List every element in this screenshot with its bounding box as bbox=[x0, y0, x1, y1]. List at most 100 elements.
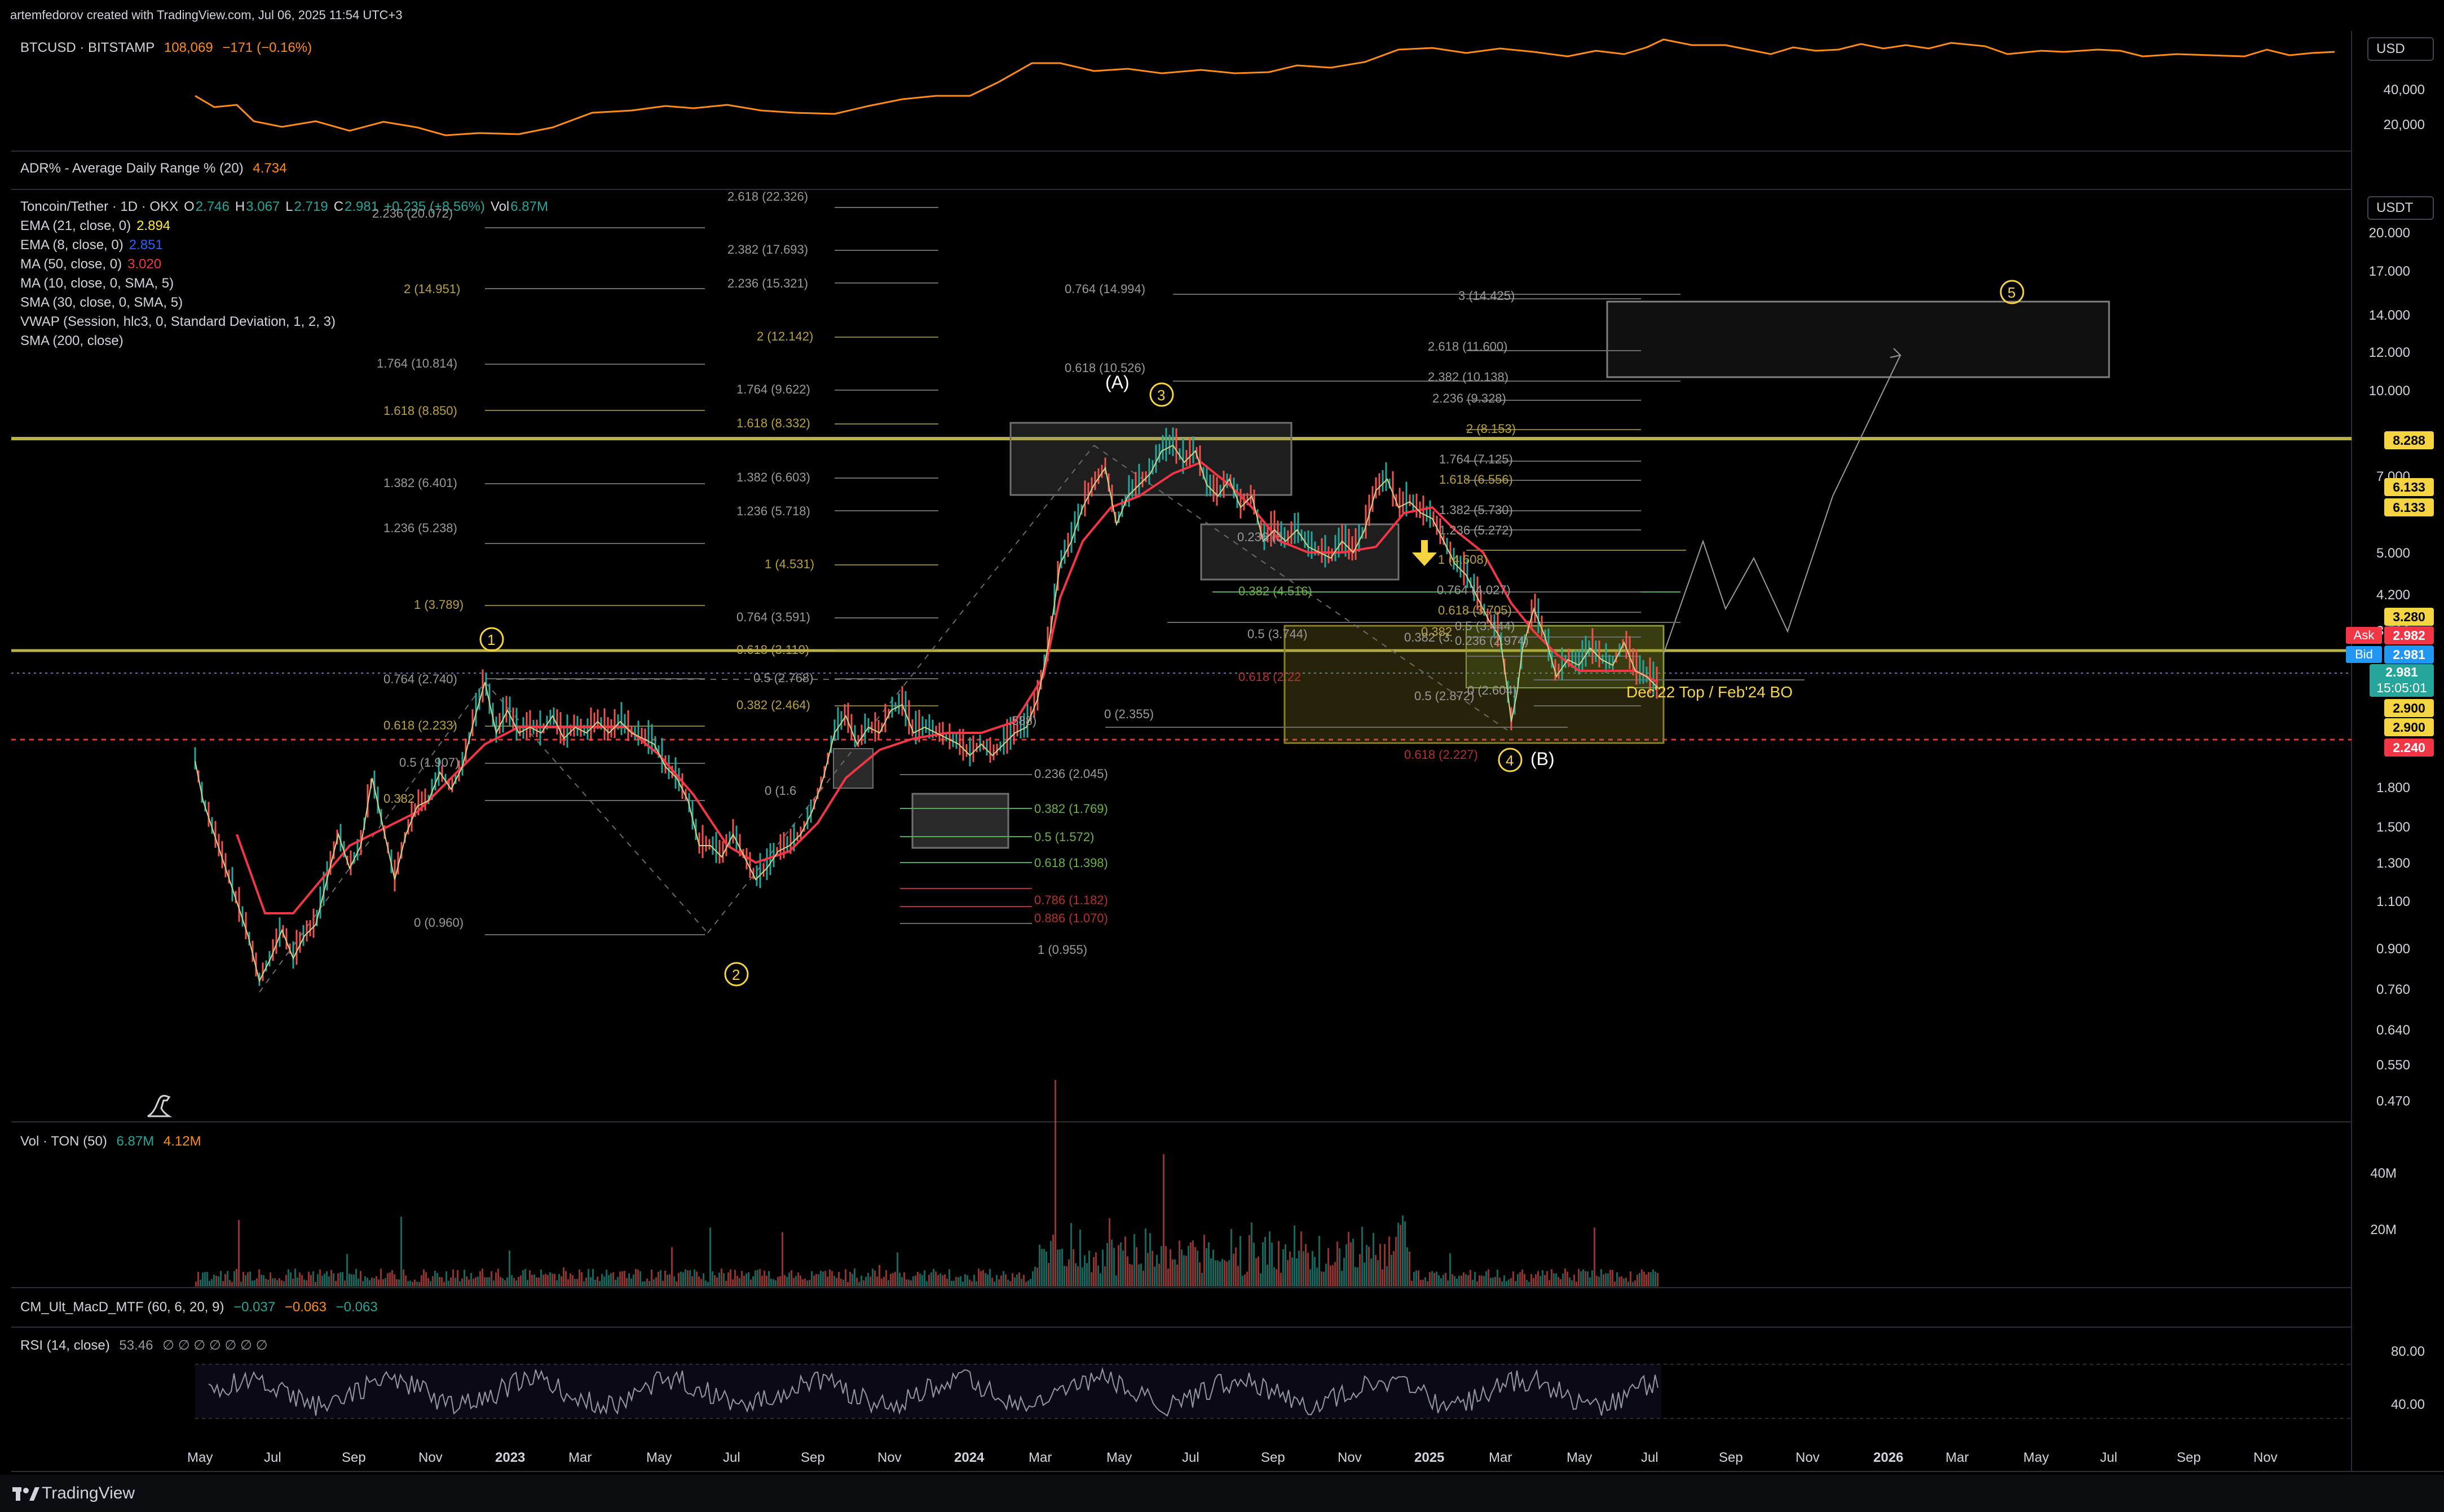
indicator-row[interactable]: MA (10, close, 0, SMA, 5) bbox=[20, 274, 336, 293]
volume-bar bbox=[960, 1276, 961, 1286]
fib-level-label: 2.618 (22.326) bbox=[727, 189, 809, 204]
zone-retrace[interactable] bbox=[1200, 523, 1400, 581]
volume-bar bbox=[398, 1279, 400, 1286]
volume-bar bbox=[1102, 1249, 1104, 1286]
volume-bar bbox=[921, 1275, 923, 1286]
volume-bar bbox=[355, 1268, 357, 1286]
volume-bar bbox=[755, 1270, 756, 1286]
volume-bar bbox=[344, 1280, 346, 1286]
fib-level-label: 0.5 (2.768) bbox=[753, 671, 814, 685]
bottom-bar: TradingView bbox=[0, 1475, 2444, 1512]
tag-3280: 3.280 bbox=[2384, 608, 2434, 626]
macd-title: CM_Ult_MacD_MTF (60, 6, 20, 9) bbox=[20, 1299, 224, 1315]
volume-bar bbox=[829, 1269, 831, 1286]
volume-bar bbox=[1517, 1274, 1519, 1286]
volume-bar bbox=[861, 1275, 862, 1286]
zone-2023[interactable] bbox=[911, 793, 1009, 849]
volume-bar bbox=[1576, 1281, 1577, 1286]
volume-bar bbox=[705, 1280, 707, 1286]
indicator-row[interactable]: SMA (30, close, 0, SMA, 5) bbox=[20, 293, 336, 312]
chart-canvas[interactable] bbox=[0, 0, 2444, 1512]
volume-bar bbox=[854, 1268, 855, 1286]
indicator-row[interactable]: EMA (8, close, 0) 2.851 bbox=[20, 236, 336, 255]
volume-bar bbox=[1325, 1263, 1327, 1286]
wave-2-label: 2 bbox=[732, 966, 740, 983]
fib-level-label: 0.236 (2.974) bbox=[1455, 634, 1529, 648]
price-axis-label: 0.550 bbox=[2376, 1058, 2410, 1073]
volume-bar bbox=[1014, 1277, 1016, 1286]
adr-title: ADR% - Average Daily Range % (20) bbox=[20, 161, 244, 176]
volume-bar bbox=[1397, 1223, 1399, 1286]
indicator-row[interactable]: SMA (200, close) bbox=[20, 331, 336, 351]
volume-bar bbox=[445, 1271, 447, 1286]
volume-bar bbox=[1221, 1259, 1223, 1286]
volume-bar bbox=[1210, 1258, 1212, 1286]
volume-bar bbox=[1201, 1272, 1203, 1286]
dino-icon[interactable] bbox=[144, 1091, 174, 1121]
volume-bar bbox=[1264, 1237, 1266, 1286]
volume-bar bbox=[599, 1281, 601, 1286]
volume-bar bbox=[745, 1274, 747, 1286]
volume-bar bbox=[1551, 1269, 1552, 1286]
volume-bar bbox=[671, 1247, 673, 1286]
indicator-legend[interactable]: EMA (21, close, 0) 2.894 EMA (8, close, 0)… bbox=[20, 216, 336, 351]
volume-bar bbox=[308, 1271, 310, 1286]
indicator-row[interactable]: VWAP (Session, hlc3, 0, Standard Deviati… bbox=[20, 312, 336, 331]
volume-bar bbox=[1499, 1277, 1501, 1286]
volume-bar bbox=[561, 1276, 562, 1286]
main-currency-button[interactable]: USDT bbox=[2367, 196, 2434, 220]
time-axis-label: Jul bbox=[1641, 1450, 1658, 1465]
volume-bar bbox=[233, 1271, 235, 1286]
volume-bar bbox=[382, 1279, 384, 1286]
indicator-row[interactable]: MA (50, close, 0) 3.020 bbox=[20, 255, 336, 274]
volume-bar bbox=[863, 1280, 864, 1286]
volume-bar bbox=[1488, 1269, 1489, 1286]
volume-bar bbox=[270, 1272, 271, 1286]
volume-bar bbox=[1494, 1276, 1496, 1286]
volume-bar bbox=[1404, 1221, 1406, 1286]
indicator-row[interactable]: EMA (21, close, 0) 2.894 bbox=[20, 216, 336, 236]
volume-bar bbox=[220, 1271, 222, 1286]
volume-bar bbox=[229, 1280, 231, 1286]
volume-bar bbox=[1508, 1279, 1510, 1286]
volume-bar bbox=[1614, 1281, 1616, 1286]
rsi-axis-label: 40.00 bbox=[2390, 1397, 2425, 1412]
volume-bar bbox=[635, 1268, 637, 1286]
volume-bar bbox=[662, 1280, 664, 1286]
tradingview-logo-icon[interactable] bbox=[12, 1485, 39, 1502]
volume-bar bbox=[1485, 1271, 1487, 1286]
volume-bar bbox=[617, 1277, 619, 1286]
volume-bar bbox=[1519, 1272, 1521, 1286]
volume-bar bbox=[1305, 1244, 1307, 1286]
volume-bar bbox=[1393, 1251, 1395, 1286]
main-symbol: Toncoin/Tether · 1D · OKX bbox=[20, 199, 179, 214]
volume-axis-label: 40M bbox=[2370, 1166, 2397, 1181]
volume-bar bbox=[315, 1281, 316, 1286]
volume-bar bbox=[242, 1271, 244, 1286]
volume-bar bbox=[1323, 1271, 1325, 1286]
volume-bar bbox=[294, 1268, 296, 1286]
projection-path[interactable] bbox=[1663, 355, 1901, 655]
volume-bar bbox=[874, 1270, 876, 1286]
target-zone-wave5[interactable] bbox=[1606, 300, 2110, 378]
volume-bar bbox=[1341, 1271, 1343, 1286]
brand-name[interactable]: TradingView bbox=[42, 1484, 135, 1503]
volume-bar bbox=[240, 1281, 242, 1286]
volume-bar bbox=[806, 1280, 808, 1286]
volume-value-1: 6.87M bbox=[116, 1134, 155, 1149]
volume-bar bbox=[554, 1274, 555, 1286]
volume-bar bbox=[283, 1281, 285, 1286]
zone-small[interactable] bbox=[833, 748, 874, 789]
volume-axis-label: 20M bbox=[2370, 1222, 2397, 1237]
btc-currency-button[interactable]: USD bbox=[2367, 37, 2434, 61]
volume-bar bbox=[1224, 1260, 1225, 1286]
volume-bar bbox=[836, 1277, 837, 1286]
volume-bar bbox=[709, 1227, 711, 1286]
volume-bar bbox=[1630, 1271, 1631, 1286]
volume-bar bbox=[879, 1265, 880, 1286]
volume-bar bbox=[1115, 1275, 1117, 1286]
volume-bar bbox=[951, 1280, 952, 1286]
volume-bar bbox=[761, 1275, 763, 1286]
tag-2240: 2.240 bbox=[2384, 739, 2434, 757]
indicator-value: 3.020 bbox=[127, 257, 162, 272]
